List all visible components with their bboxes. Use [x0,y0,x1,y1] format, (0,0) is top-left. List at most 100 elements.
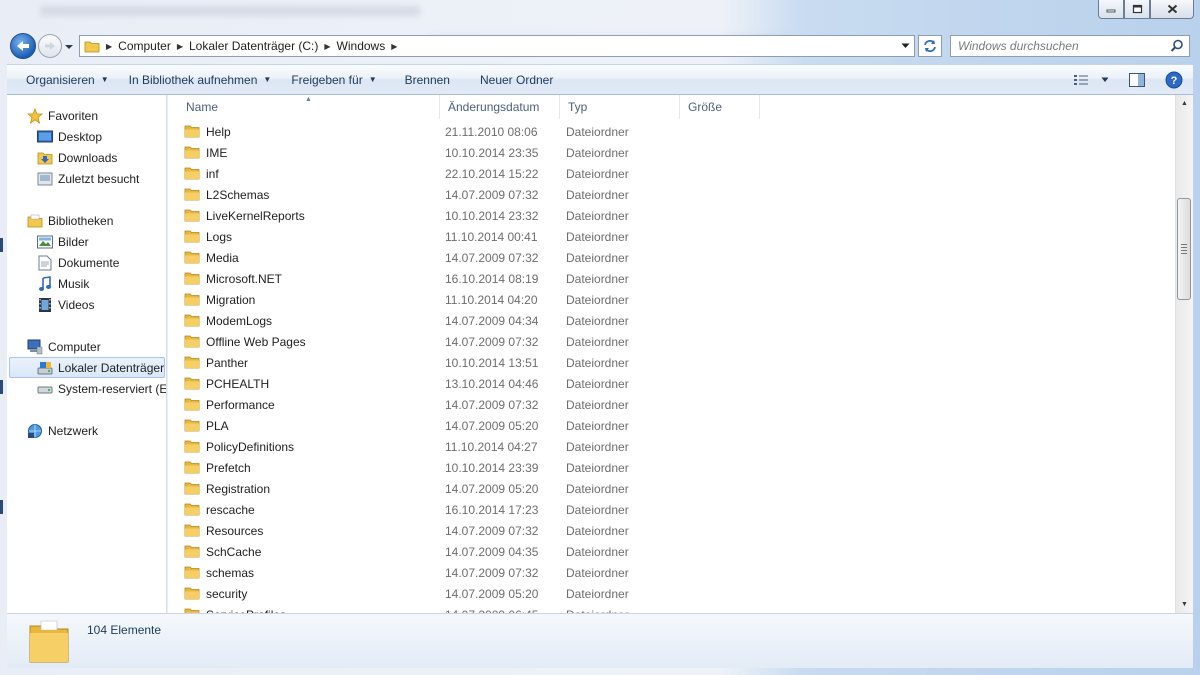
table-row[interactable]: IME 10.10.2014 23:35 Dateiordner [178,142,768,163]
breadcrumb-computer[interactable]: Computer [118,39,171,53]
file-type: Dateiordner [566,544,629,559]
preview-pane-button[interactable] [1123,65,1159,94]
breadcrumb-separator-icon[interactable]: ▶ [177,42,183,51]
breadcrumb-separator-icon[interactable]: ▶ [324,42,330,51]
burn-button[interactable]: Brennen [387,65,460,94]
sidebar-item-computer[interactable]: Computer [27,336,166,357]
share-with-button[interactable]: Freigeben für ▼ [281,65,386,94]
maximize-button[interactable] [1124,0,1150,19]
table-row[interactable]: Performance 14.07.2009 07:32 Dateiordner [178,394,768,415]
file-date: 14.07.2009 07:32 [445,397,539,412]
sidebar-item-system-reserved[interactable]: System-reserviert (E: [37,378,166,399]
sidebar-item-libraries[interactable]: Bibliotheken [27,210,166,231]
documents-icon [37,255,53,271]
scroll-up-button[interactable]: ▲ [1176,95,1193,112]
sidebar-item-desktop[interactable]: Desktop [37,126,166,147]
item-count: 104 Elemente [87,623,162,637]
organize-button[interactable]: Organisieren ▼ [7,65,119,94]
search-icon[interactable] [1170,39,1184,56]
sidebar-item-videos[interactable]: Videos [37,294,166,315]
table-row[interactable]: schemas 14.07.2009 07:32 Dateiordner [178,562,768,583]
sidebar-item-favorites[interactable]: Favoriten [27,105,166,126]
vertical-scrollbar[interactable]: ▲ ▼ [1175,95,1193,613]
search-box[interactable] [950,35,1190,57]
table-row[interactable]: L2Schemas 14.07.2009 07:32 Dateiordner [178,184,768,205]
table-row[interactable]: SchCache 14.07.2009 04:35 Dateiordner [178,541,768,562]
file-type: Dateiordner [566,334,629,349]
column-header-size[interactable]: Größe [680,95,760,119]
file-type: Dateiordner [566,271,629,286]
file-date: 11.10.2014 00:41 [445,229,538,244]
table-row[interactable]: Registration 14.07.2009 05:20 Dateiordner [178,478,768,499]
table-row[interactable]: Panther 10.10.2014 13:51 Dateiordner [178,352,768,373]
folder-icon [184,397,200,414]
file-type: Dateiordner [566,481,629,496]
desktop-icon [37,129,53,145]
sidebar-item-network[interactable]: Netzwerk [27,420,166,441]
column-label: Größe [688,100,723,114]
breadcrumb-separator-icon[interactable]: ▶ [391,42,397,51]
forward-button[interactable] [38,34,62,58]
table-row[interactable]: PLA 14.07.2009 05:20 Dateiordner [178,415,768,436]
folder-icon [184,334,200,351]
table-row[interactable]: Logs 11.10.2014 00:41 Dateiordner [178,226,768,247]
star-icon [27,107,43,124]
table-row[interactable]: LiveKernelReports 10.10.2014 23:32 Dateior… [178,205,768,226]
sidebar-item-recent[interactable]: Zuletzt besucht [37,168,166,189]
table-row[interactable]: Offline Web Pages 14.07.2009 07:32 Dateior… [178,331,768,352]
minimize-button[interactable] [1098,0,1124,19]
folder-icon [184,250,200,267]
table-row[interactable]: Resources 14.07.2009 07:32 Dateiordner [178,520,768,541]
column-label: Typ [568,100,588,114]
table-row[interactable]: PolicyDefinitions 11.10.2014 04:27 Dateior… [178,436,768,457]
file-name: PLA [206,418,229,433]
search-input[interactable] [958,39,1158,53]
table-row[interactable]: Microsoft.NET 16.10.2014 08:19 Dateiordner [178,268,768,289]
file-date: 14.07.2009 05:20 [445,481,539,496]
file-date: 14.07.2009 07:32 [445,565,539,580]
sidebar-label: Bibliotheken [48,213,114,228]
breadcrumb-separator-icon[interactable]: ▶ [106,42,112,51]
file-name: inf [206,166,219,181]
file-date: 11.10.2014 04:20 [445,292,538,307]
file-name: LiveKernelReports [206,208,305,223]
sidebar-label: Netzwerk [48,423,99,438]
table-row[interactable]: ServiceProfiles14.07.2009 06:45Dateiordn… [178,604,768,613]
table-row[interactable]: rescache 16.10.2014 17:23 Dateiordner [178,499,768,520]
new-folder-button[interactable]: Neuer Ordner [460,65,563,94]
table-row[interactable]: Help 21.11.2010 08:06 Dateiordner [178,121,768,142]
change-view-button[interactable] [1067,65,1095,94]
breadcrumb-windows[interactable]: Windows [337,39,386,53]
close-button[interactable] [1150,0,1194,19]
table-row[interactable]: Media 14.07.2009 07:32 Dateiordner [178,247,768,268]
column-header-modified[interactable]: Änderungsdatum [440,95,560,119]
help-button[interactable]: ? [1159,65,1193,94]
sidebar-item-documents[interactable]: Dokumente [37,252,166,273]
music-icon [37,275,53,292]
scroll-thumb[interactable] [1177,198,1191,300]
sidebar-item-pictures[interactable]: Bilder [37,231,166,252]
breadcrumb-local-disk[interactable]: Lokaler Datenträger (C:) [189,39,318,53]
sidebar-item-downloads[interactable]: Downloads [37,147,166,168]
include-library-button[interactable]: In Bibliothek aufnehmen ▼ [119,65,282,94]
chevron-down-icon: ▼ [263,75,272,84]
table-row[interactable]: Migration 11.10.2014 04:20 Dateiordner [178,289,768,310]
refresh-button[interactable] [918,35,942,57]
back-button[interactable] [10,33,36,59]
table-row[interactable]: inf 22.10.2014 15:22 Dateiordner [178,163,768,184]
scroll-down-button[interactable]: ▼ [1176,596,1193,613]
address-dropdown-button[interactable] [896,36,914,56]
recent-pages-button[interactable] [64,40,74,54]
view-options-button[interactable] [1095,65,1123,94]
sidebar-item-music[interactable]: Musik [37,273,166,294]
table-row[interactable]: ModemLogs 14.07.2009 04:34 Dateiordner [178,310,768,331]
column-header-type[interactable]: Typ [560,95,680,119]
hard-drive-icon [37,360,53,376]
table-row[interactable]: PCHEALTH 13.10.2014 04:46 Dateiordner [178,373,768,394]
address-bar[interactable]: ▶ Computer ▶ Lokaler Datenträger (C:) ▶ … [79,35,915,57]
sidebar-item-local-disk[interactable]: Lokaler Datenträger [9,357,165,378]
table-row[interactable]: Prefetch 10.10.2014 23:39 Dateiordner [178,457,768,478]
file-type: Dateiordner [566,418,629,433]
table-row[interactable]: security 14.07.2009 05:20 Dateiordner [178,583,768,604]
file-name: Registration [206,481,271,496]
